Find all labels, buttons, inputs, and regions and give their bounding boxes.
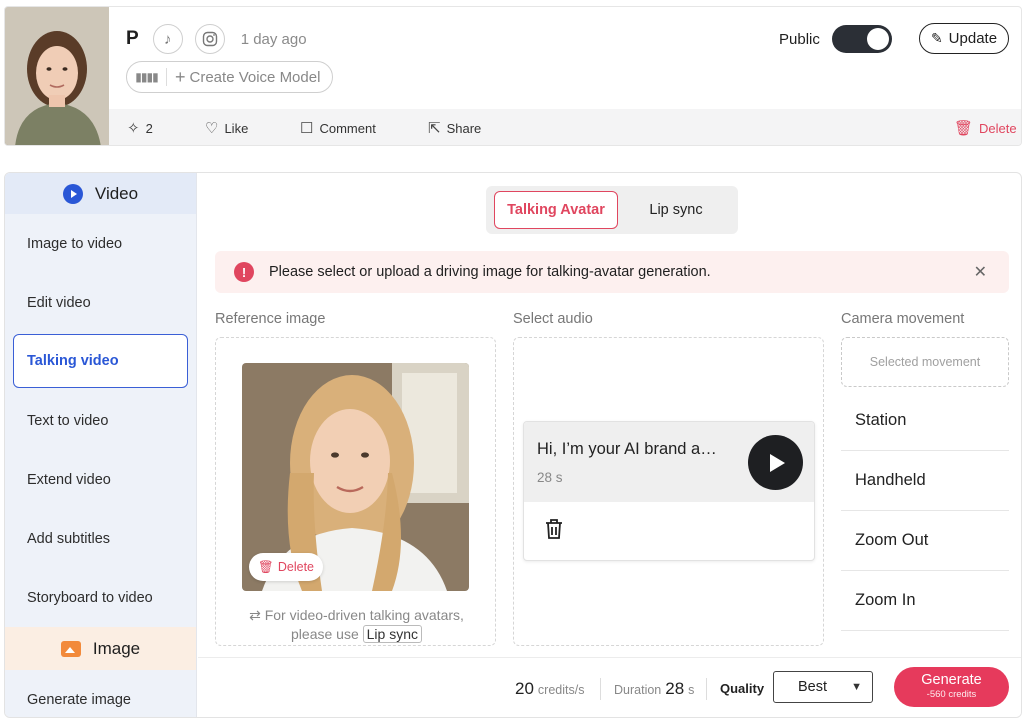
info-icon: ! (234, 262, 254, 282)
like-label: Like (224, 120, 249, 136)
tab-lip-sync[interactable]: Lip sync (626, 191, 726, 229)
delete-audio-icon[interactable] (544, 518, 564, 546)
sparkle-action[interactable]: ✧ 2 (127, 119, 153, 137)
camera-movement-selection[interactable]: Selected movement (841, 337, 1009, 387)
camera-option-handheld[interactable]: Handheld (841, 451, 1009, 511)
sidebar-item-edit-video[interactable]: Edit video (5, 273, 196, 332)
generate-cost: -560 credits (926, 689, 977, 700)
public-toggle[interactable] (831, 25, 892, 53)
duration-display: Duration 28 s (614, 679, 694, 699)
reference-hint-prefix: please use (291, 626, 359, 642)
lip-sync-link[interactable]: Lip sync (362, 625, 422, 643)
camera-option-station[interactable]: Station (841, 391, 1009, 451)
post-time: 1 day ago (240, 30, 307, 48)
swap-icon: ⇄ (249, 607, 261, 623)
play-button[interactable] (748, 435, 803, 490)
sidebar-item-generate-image[interactable]: Generate image (5, 670, 196, 717)
alert-banner: ! Please select or upload a driving imag… (215, 251, 1009, 293)
tab-talking-avatar[interactable]: Talking Avatar (494, 191, 618, 229)
waveform-icon: ▮▮▮▮ (127, 68, 167, 86)
share-button[interactable]: ⇱ Share (428, 119, 481, 137)
update-button[interactable]: ✎ Update (919, 23, 1009, 54)
generate-label: Generate (921, 672, 982, 688)
sidebar-item-talking-video[interactable]: Talking video (13, 334, 188, 388)
instagram-icon[interactable] (194, 24, 225, 54)
reference-image-label: Reference image (215, 311, 326, 327)
delete-label: Delete (979, 120, 1017, 136)
profile-header-row: P ♪ 1 day ago (126, 23, 307, 55)
audio-card[interactable]: Hi, I’m your AI brand a… 28 s (523, 421, 815, 561)
delete-reference-image-button[interactable]: 🗑 Delete (249, 553, 323, 581)
generator-panel: Video Image to video Edit video Talking … (4, 172, 1022, 718)
comment-label: Comment (319, 120, 376, 136)
avatar-portrait (5, 7, 109, 145)
create-voice-model-label: Create Voice Model (189, 68, 321, 86)
tiktok-icon[interactable]: ♪ (152, 24, 183, 54)
play-circle-icon (62, 183, 83, 204)
plus-icon: + (175, 66, 186, 87)
quality-label: Quality (720, 681, 765, 696)
camera-movement-label: Camera movement (841, 311, 965, 327)
sidebar-item-extend-video[interactable]: Extend video (5, 450, 196, 509)
generation-footer: 20 credits/s Duration 28 s Quality Best … (198, 657, 1021, 717)
share-icon: ⇱ (428, 120, 441, 137)
create-voice-model-button[interactable]: ▮▮▮▮ + Create Voice Model (126, 61, 333, 93)
sidebar-item-storyboard-to-video[interactable]: Storyboard to video (5, 568, 196, 627)
sidebar-item-add-subtitles[interactable]: Add subtitles (5, 509, 196, 568)
sidebar: Video Image to video Edit video Talking … (5, 173, 197, 717)
reference-hint: ⇄ For video-driven talking avatars, plea… (216, 606, 497, 644)
camera-option-zoom-in[interactable]: Zoom In (841, 571, 1009, 631)
heart-icon: ♡ (205, 120, 219, 137)
reference-image-dropzone[interactable]: 🗑 Delete ⇄ For video-driven talking avat… (215, 337, 496, 646)
credits-unit: credits/s (537, 683, 585, 697)
comment-icon: ☐ (300, 120, 314, 137)
audio-duration: 28 s (537, 470, 563, 485)
duration-unit: s (688, 683, 695, 697)
update-label: Update (948, 30, 998, 47)
share-label: Share (446, 120, 482, 136)
like-button[interactable]: ♡ Like (205, 119, 248, 137)
audio-title: Hi, I’m your AI brand a… (537, 440, 717, 458)
public-label: Public (779, 30, 820, 48)
trash-icon: 🗑 (954, 120, 974, 137)
alert-message: Please select or upload a driving image … (269, 264, 711, 280)
sidebar-header-video-label: Video (94, 183, 139, 203)
sidebar-item-image-to-video[interactable]: Image to video (5, 214, 196, 273)
sparkle-icon: ✧ (127, 120, 140, 137)
audio-card-header: Hi, I’m your AI brand a… 28 s (524, 422, 814, 502)
close-icon[interactable]: ✕ (974, 262, 987, 282)
quality-select[interactable]: Best ▼ (773, 671, 873, 703)
sidebar-header-video: Video (5, 173, 196, 214)
sidebar-item-text-to-video[interactable]: Text to video (5, 391, 196, 450)
camera-option-zoom-out[interactable]: Zoom Out (841, 511, 1009, 571)
pencil-icon: ✎ (930, 30, 943, 46)
generate-button[interactable]: Generate -560 credits (894, 667, 1009, 707)
reference-hint-line1: For video-driven talking avatars, (264, 607, 464, 623)
mode-tabs: Talking Avatar Lip sync (486, 186, 738, 234)
action-bar: ✧ 2 ♡ Like ☐ Comment ⇱ Share 🗑 Delete (109, 109, 1021, 145)
select-audio-label: Select audio (513, 311, 593, 327)
profile-avatar[interactable] (5, 7, 109, 145)
quality-value: Best (798, 679, 828, 695)
duration-label: Duration (614, 683, 662, 697)
chevron-down-icon: ▼ (851, 681, 862, 693)
delete-post-button[interactable]: 🗑 Delete (954, 119, 1017, 137)
content-area: Talking Avatar Lip sync ! Please select … (198, 173, 1021, 717)
credits-rate: 20 credits/s (515, 679, 584, 699)
profile-card: P ♪ 1 day ago ▮▮▮▮ + Create Voice Model … (4, 6, 1022, 146)
sidebar-header-image: Image (5, 627, 196, 670)
profile-name: P (126, 28, 139, 49)
image-icon (60, 640, 81, 657)
divider (600, 678, 601, 700)
credits-value: 20 (515, 679, 534, 698)
comment-button[interactable]: ☐ Comment (300, 119, 376, 137)
audio-dropzone: Hi, I’m your AI brand a… 28 s (513, 337, 824, 646)
divider (706, 678, 707, 700)
sparkle-count: 2 (145, 120, 153, 136)
sidebar-header-image-label: Image (92, 638, 141, 658)
delete-reference-label: Delete (277, 560, 314, 574)
trash-icon: 🗑 (257, 559, 274, 574)
public-toggle-group: Public (779, 25, 892, 53)
duration-value: 28 (665, 679, 685, 698)
